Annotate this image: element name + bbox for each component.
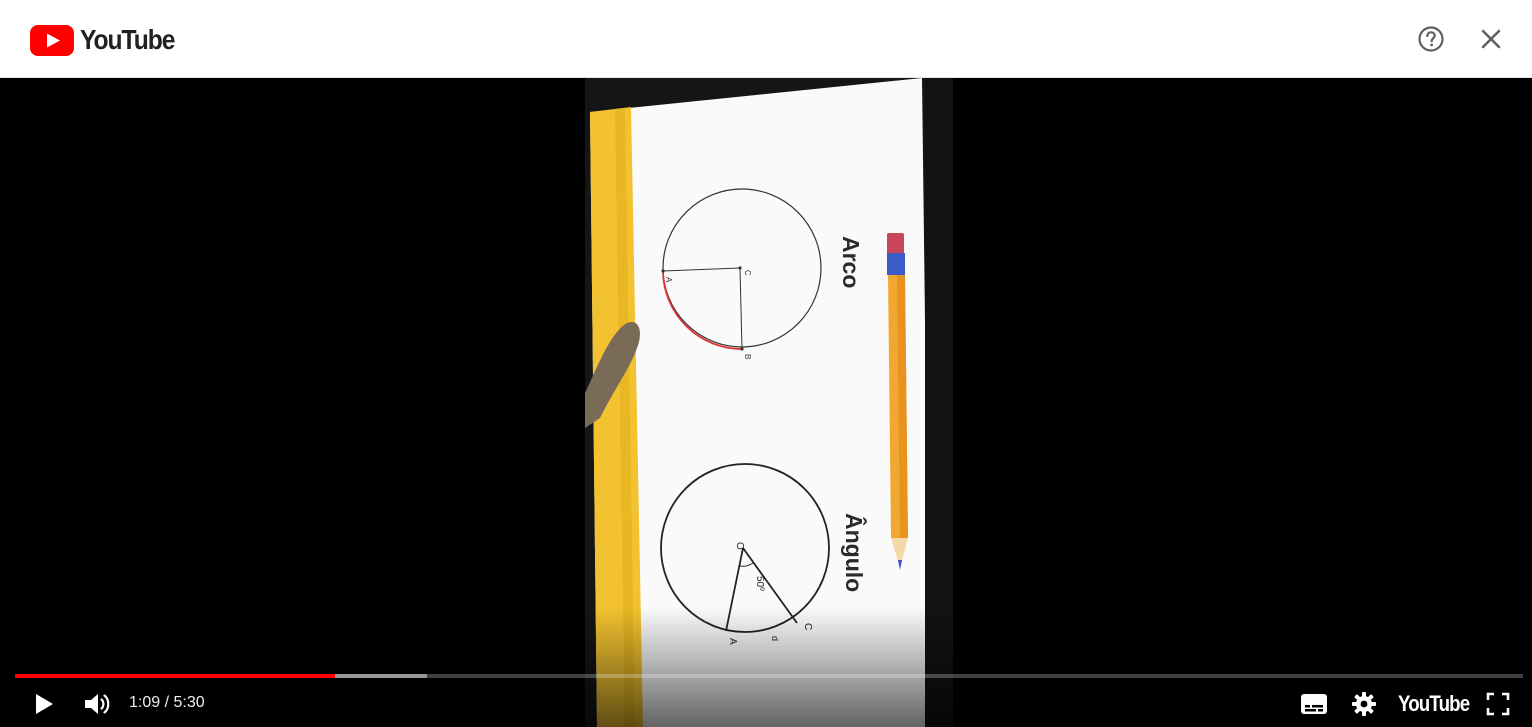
angle-label-c: C: [802, 623, 813, 630]
video-content: A B C Arco O A C d 50º Ângulo: [585, 78, 953, 727]
subtitles-button[interactable]: [1298, 689, 1330, 719]
arc-label-c: C: [743, 270, 752, 276]
play-button[interactable]: [28, 689, 60, 719]
progress-played: [15, 674, 336, 678]
fullscreen-icon: [1486, 692, 1510, 716]
mute-button[interactable]: [80, 689, 114, 719]
help-circle-icon: [1418, 26, 1444, 52]
arc-label-a: A: [664, 277, 673, 283]
youtube-logo-text: YouTube: [80, 24, 175, 55]
help-button[interactable]: [1414, 22, 1448, 56]
youtube-watch-link[interactable]: YouTube: [1398, 691, 1470, 717]
video-frame: A B C Arco O A C d 50º Ângulo: [585, 78, 953, 727]
angle-label-a: A: [727, 638, 738, 645]
arc-label-b: B: [743, 354, 752, 359]
settings-icon: [1352, 692, 1376, 716]
play-icon: [36, 694, 53, 714]
settings-button[interactable]: [1348, 689, 1380, 719]
angle-label-o: O: [734, 542, 745, 550]
youtube-logo[interactable]: YouTube: [30, 24, 187, 56]
time-display: 1:09 / 5:30: [129, 694, 205, 711]
progress-bar[interactable]: [15, 674, 1523, 678]
slide-title-angulo: Ângulo: [841, 513, 868, 592]
close-button[interactable]: [1474, 22, 1508, 56]
fullscreen-button[interactable]: [1482, 689, 1514, 719]
slide-title-arco: Arco: [838, 236, 864, 288]
angle-label-d: d: [770, 636, 780, 641]
youtube-play-icon: [30, 24, 74, 56]
close-icon: [1481, 29, 1501, 49]
subtitles-icon: [1301, 694, 1327, 714]
modal-header: YouTube: [0, 0, 1532, 78]
volume-icon: [85, 694, 110, 714]
video-player[interactable]: A B C Arco O A C d 50º Ângulo 1:09 / 5:3…: [0, 78, 1532, 727]
angle-measure: 50º: [754, 576, 765, 591]
